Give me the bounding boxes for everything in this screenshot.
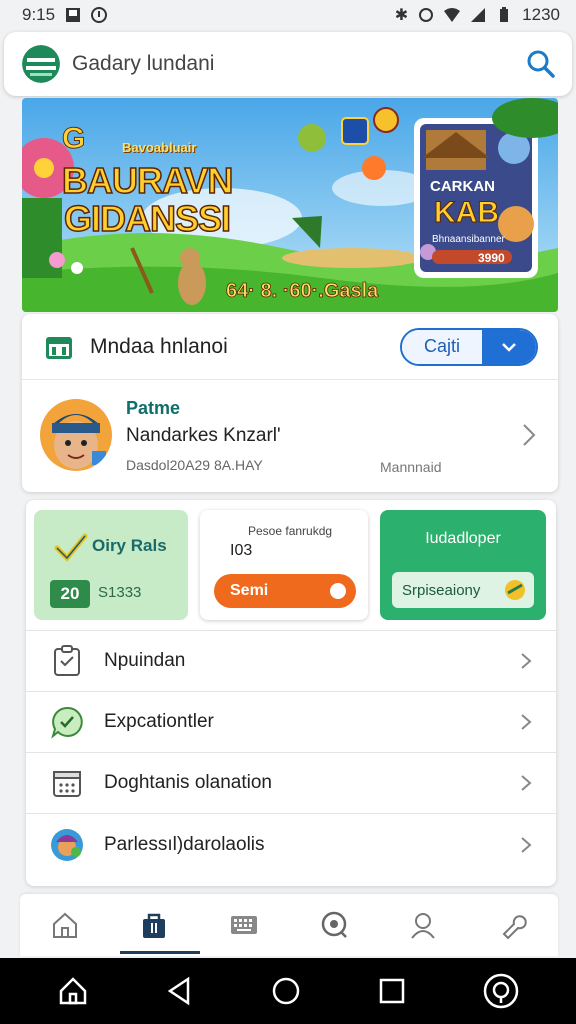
check-icon [54,533,88,562]
tile-purchase-value: I03 [230,542,253,559]
chevron-right-icon[interactable] [520,422,538,448]
search-input[interactable]: Gadary lundani [72,52,526,76]
system-home-icon[interactable] [57,975,89,1007]
app-logo [22,45,60,83]
profile-meta: Dasdol20A29 8A.HAY [126,456,263,473]
list-item[interactable]: Doghtanis olanation [26,753,556,814]
nav-profile[interactable] [383,894,463,956]
region-value[interactable]: Cajti [402,329,482,364]
main-card: Oiry Rals 20 S1333 Pesoe fanrukdg I03 Se… [26,500,556,886]
banner-title-line2: GIDANSSI [63,197,232,240]
chat-check-icon [51,706,83,739]
tile-developer-title: Iudadloper [425,530,501,547]
tile-purchase-title: Pesoe fanrukdg [248,524,333,538]
list-item[interactable]: Npuindan [26,631,556,692]
nav-search[interactable] [294,894,374,956]
nav-keyboard[interactable] [204,894,284,956]
banner-card-title1: CARKAN [430,178,495,195]
nav-settings[interactable] [473,894,553,956]
profile-row[interactable]: Patme Nandarkes Knzarl' Dasdol20A29 8A.H… [22,380,558,490]
wrench-icon [502,915,527,940]
tile-rewards-count: 20 [50,580,90,608]
banner-prices: 64· 8. ·60·.Gasla [226,280,379,303]
status-time: 9:15 [22,5,56,24]
chevron-right-icon [521,653,532,669]
tile-rewards[interactable]: Oiry Rals 20 S1333 [34,510,188,620]
chevron-right-icon [521,836,532,853]
toggle-dot-icon [330,583,346,599]
clipboard-icon [54,645,80,676]
list-item-label: Doghtanis olanation [104,772,272,793]
status-right: ✱ 1230 [395,5,560,25]
profile-info: Patme Nandarkes Knzarl' Dasdol20A29 8A.H… [126,398,520,473]
account-header: Mndaa hnlanoi Cajti [22,314,558,380]
search-icon[interactable] [526,49,556,79]
system-nav-bar [0,958,576,1024]
banner-title-line1: BAURAVN [61,159,234,202]
status-clock-right: 1230 [522,5,560,24]
wallet-icon [46,336,72,359]
list-item-label: Npuindan [104,650,186,671]
info-notification-icon [91,7,108,23]
wifi-icon [444,8,461,22]
status-left: 9:15 [22,5,108,25]
image-notification-icon [66,8,81,22]
account-title: Mndaa hnlanoi [90,334,228,358]
status-bar: 9:15 ✱ 1230 [0,0,576,30]
nav-home[interactable] [25,894,105,956]
avatar [40,399,112,471]
tile-purchase-button[interactable]: Semi [214,574,356,608]
profile-role: Patme [126,397,181,418]
system-assistant-icon[interactable] [483,973,519,1009]
system-recents-icon[interactable] [376,975,408,1007]
system-circle-home-icon[interactable] [270,975,302,1007]
promo-banner[interactable]: G Bavoabluair BAURAVN GIDANSSI 64· 8. ·6… [22,98,558,312]
banner-card-price: 3990 [478,251,505,265]
search-bar[interactable]: Gadary lundani [4,32,572,96]
tile-purchase: Pesoe fanrukdg I03 Semi [200,510,368,620]
list-item[interactable]: Parlessıl)darolaolis [26,814,556,875]
list-item-label: Expcationtler [104,711,214,732]
tile-developer-button[interactable]: Srpiseaiony [392,572,534,608]
battery-icon [500,7,509,22]
banner-card-title2: KAB [434,196,500,230]
list-item[interactable]: Expcationtler [26,692,556,753]
account-card: Mndaa hnlanoi Cajti Patme Nandarkes Knza… [22,314,558,492]
nav-store[interactable] [114,894,201,956]
banner-pre-title: Bavoabluair [122,140,197,155]
banner-card-subtitle: Bhnaansibanner [432,234,505,245]
chevron-down-icon[interactable] [482,329,536,364]
region-dropdown[interactable]: Cajti [400,327,538,366]
signal-icon [471,8,486,22]
nfc-icon [419,8,434,22]
system-back-icon[interactable] [164,975,196,1007]
banner-badge: G [61,122,86,156]
profile-status: Mannnaid [380,459,442,475]
calculator-icon [53,771,81,797]
profile-name: Nandarkes Knzarl' [126,424,281,446]
game-avatar-icon [51,828,83,861]
tile-developer: Iudadloper Srpiseaiony [380,510,546,620]
search-icon [321,911,347,938]
badge-icon [505,580,525,600]
bottom-nav [20,894,558,956]
profile-icon [411,913,436,939]
keyboard-icon [231,916,258,934]
chevron-right-icon [521,775,532,791]
store-bag-icon [143,913,166,938]
list-item-label: Parlessıl)darolaolis [104,833,265,855]
tile-rewards-label: Oiry Rals [92,536,167,555]
tile-developer-button-label: Srpiseaiony [402,581,481,599]
tile-rewards-count-text: S1333 [98,584,142,601]
menu-list: Npuindan Expcationtler Doghtanis olanati… [26,630,556,875]
bluetooth-icon: ✱ [394,7,409,24]
home-icon [52,912,77,938]
chevron-right-icon [521,714,532,730]
tile-purchase-button-label: Semi [230,582,269,599]
